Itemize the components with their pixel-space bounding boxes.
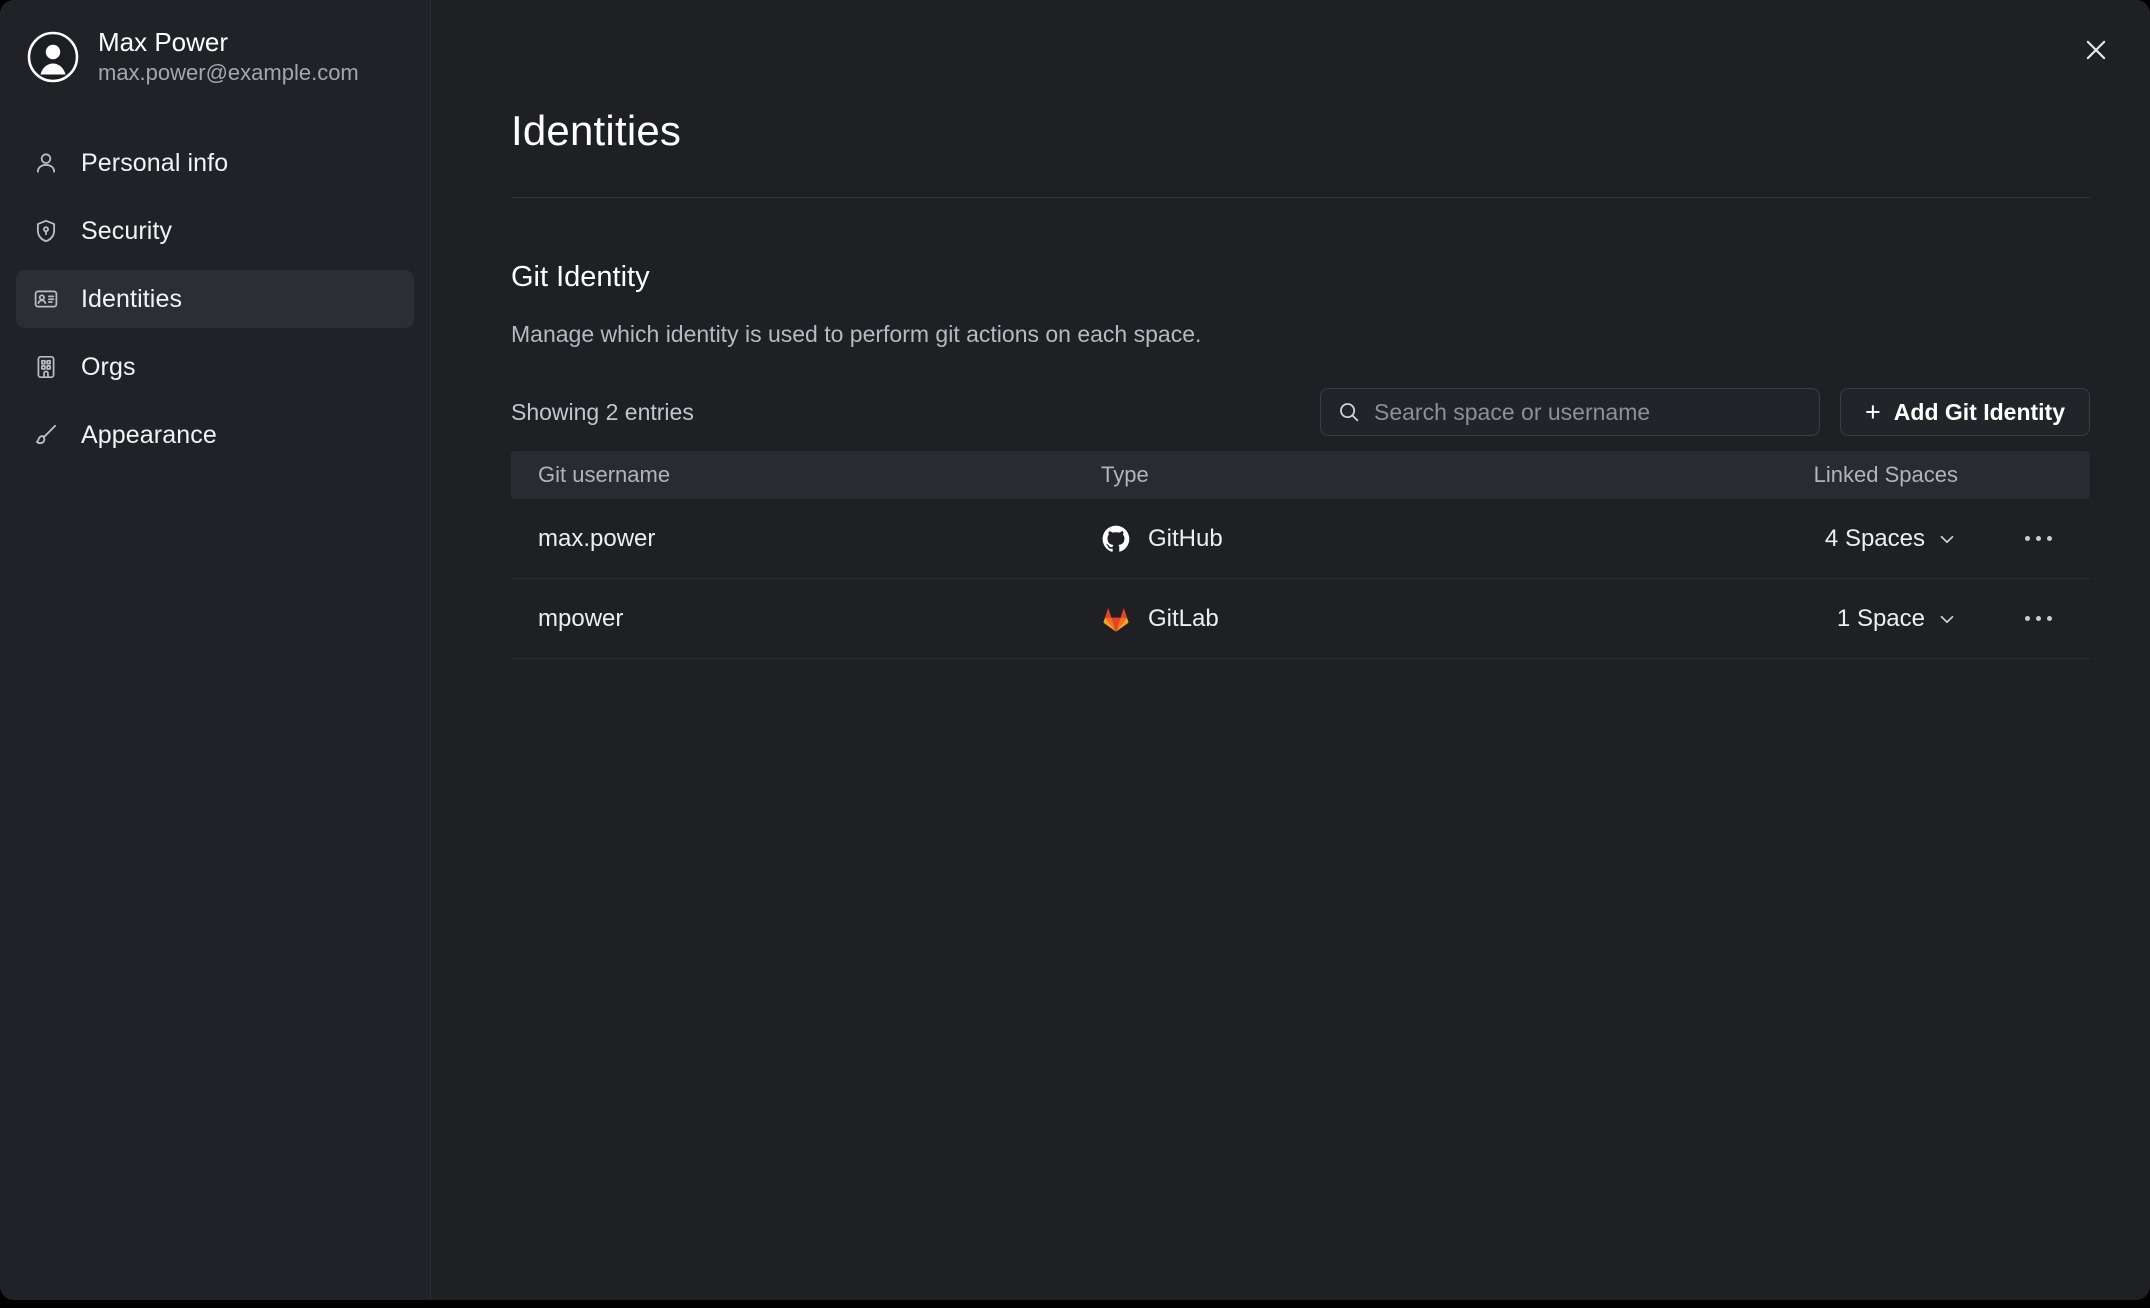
sidebar-item-appearance[interactable]: Appearance [16,406,414,464]
gitlab-icon [1101,604,1131,634]
profile-name: Max Power [98,27,229,57]
search-box[interactable] [1320,388,1820,436]
more-horizontal-icon[interactable] [2010,591,2066,647]
sidebar-item-identities[interactable]: Identities [16,270,414,328]
entries-count: Showing 2 entries [511,399,694,425]
sidebar-item-label: Security [81,217,173,245]
sidebar-nav: Personal info Security Identities Orgs A… [0,134,430,464]
cell-type: GitLab [1101,604,1726,634]
profile-summary: Max Power max.power@example.com [0,0,430,86]
table-row[interactable]: mpower GitLab 1 Space [511,579,2090,659]
sidebar-item-label: Personal info [81,149,229,177]
sidebar-item-personal-info[interactable]: Personal info [16,134,414,192]
building-icon [33,354,59,380]
column-header-username: Git username [538,462,671,487]
search-input[interactable] [1374,398,1803,426]
add-git-identity-button[interactable]: + Add Git Identity [1840,388,2090,436]
brush-icon [33,422,59,448]
section-description: Manage which identity is used to perform… [511,321,1202,347]
shield-icon [33,218,59,244]
row-actions [1986,591,2090,647]
sidebar-item-orgs[interactable]: Orgs [16,338,414,396]
sidebar: Max Power max.power@example.com Personal… [0,0,431,1300]
linked-spaces-dropdown[interactable]: 1 Space [1726,605,1986,633]
sidebar-item-security[interactable]: Security [16,202,414,260]
cell-username: max.power [538,524,656,552]
cell-username: mpower [538,604,624,632]
avatar [27,31,79,83]
sidebar-item-label: Appearance [81,421,217,449]
column-header-linked-spaces: Linked Spaces [1813,462,1958,487]
table-row[interactable]: max.power GitHub 4 Spaces [511,499,2090,579]
cell-type: GitHub [1101,524,1726,554]
chevron-down-icon [1936,528,1958,550]
sidebar-item-label: Identities [81,285,183,313]
linked-spaces-label: 4 Spaces [1824,524,1925,552]
close-button[interactable] [2074,28,2118,72]
title-divider [511,197,2090,198]
settings-window: Max Power max.power@example.com Personal… [0,0,2150,1300]
chevron-down-icon [1936,608,1958,630]
plus-icon: + [1865,396,1881,427]
page-title: Identities [511,107,682,154]
search-icon [1337,400,1361,424]
id-card-icon [33,286,59,312]
more-horizontal-icon[interactable] [2010,511,2066,567]
content-area: Identities Git Identity Manage which ide… [431,0,2150,659]
table-toolbar: Showing 2 entries + Add Git Identity [511,387,2090,437]
linked-spaces-dropdown[interactable]: 4 Spaces [1726,525,1986,553]
cell-type-label: GitHub [1148,524,1223,552]
linked-spaces-label: 1 Space [1836,604,1925,632]
row-actions [1986,511,2090,567]
git-identity-table: Git username Type Linked Spaces max.powe… [511,451,2090,659]
user-icon [33,150,59,176]
sidebar-item-label: Orgs [81,353,136,381]
add-git-identity-label: Add Git Identity [1893,399,2065,425]
profile-email: max.power@example.com [98,60,359,85]
cell-type-label: GitLab [1148,604,1219,632]
section-title: Git Identity [511,261,650,293]
github-icon [1101,524,1131,554]
close-icon [2081,35,2111,65]
column-header-type: Type [1101,462,1149,487]
table-header-row: Git username Type Linked Spaces [511,451,2090,499]
main-content: Identities Git Identity Manage which ide… [431,0,2150,1300]
